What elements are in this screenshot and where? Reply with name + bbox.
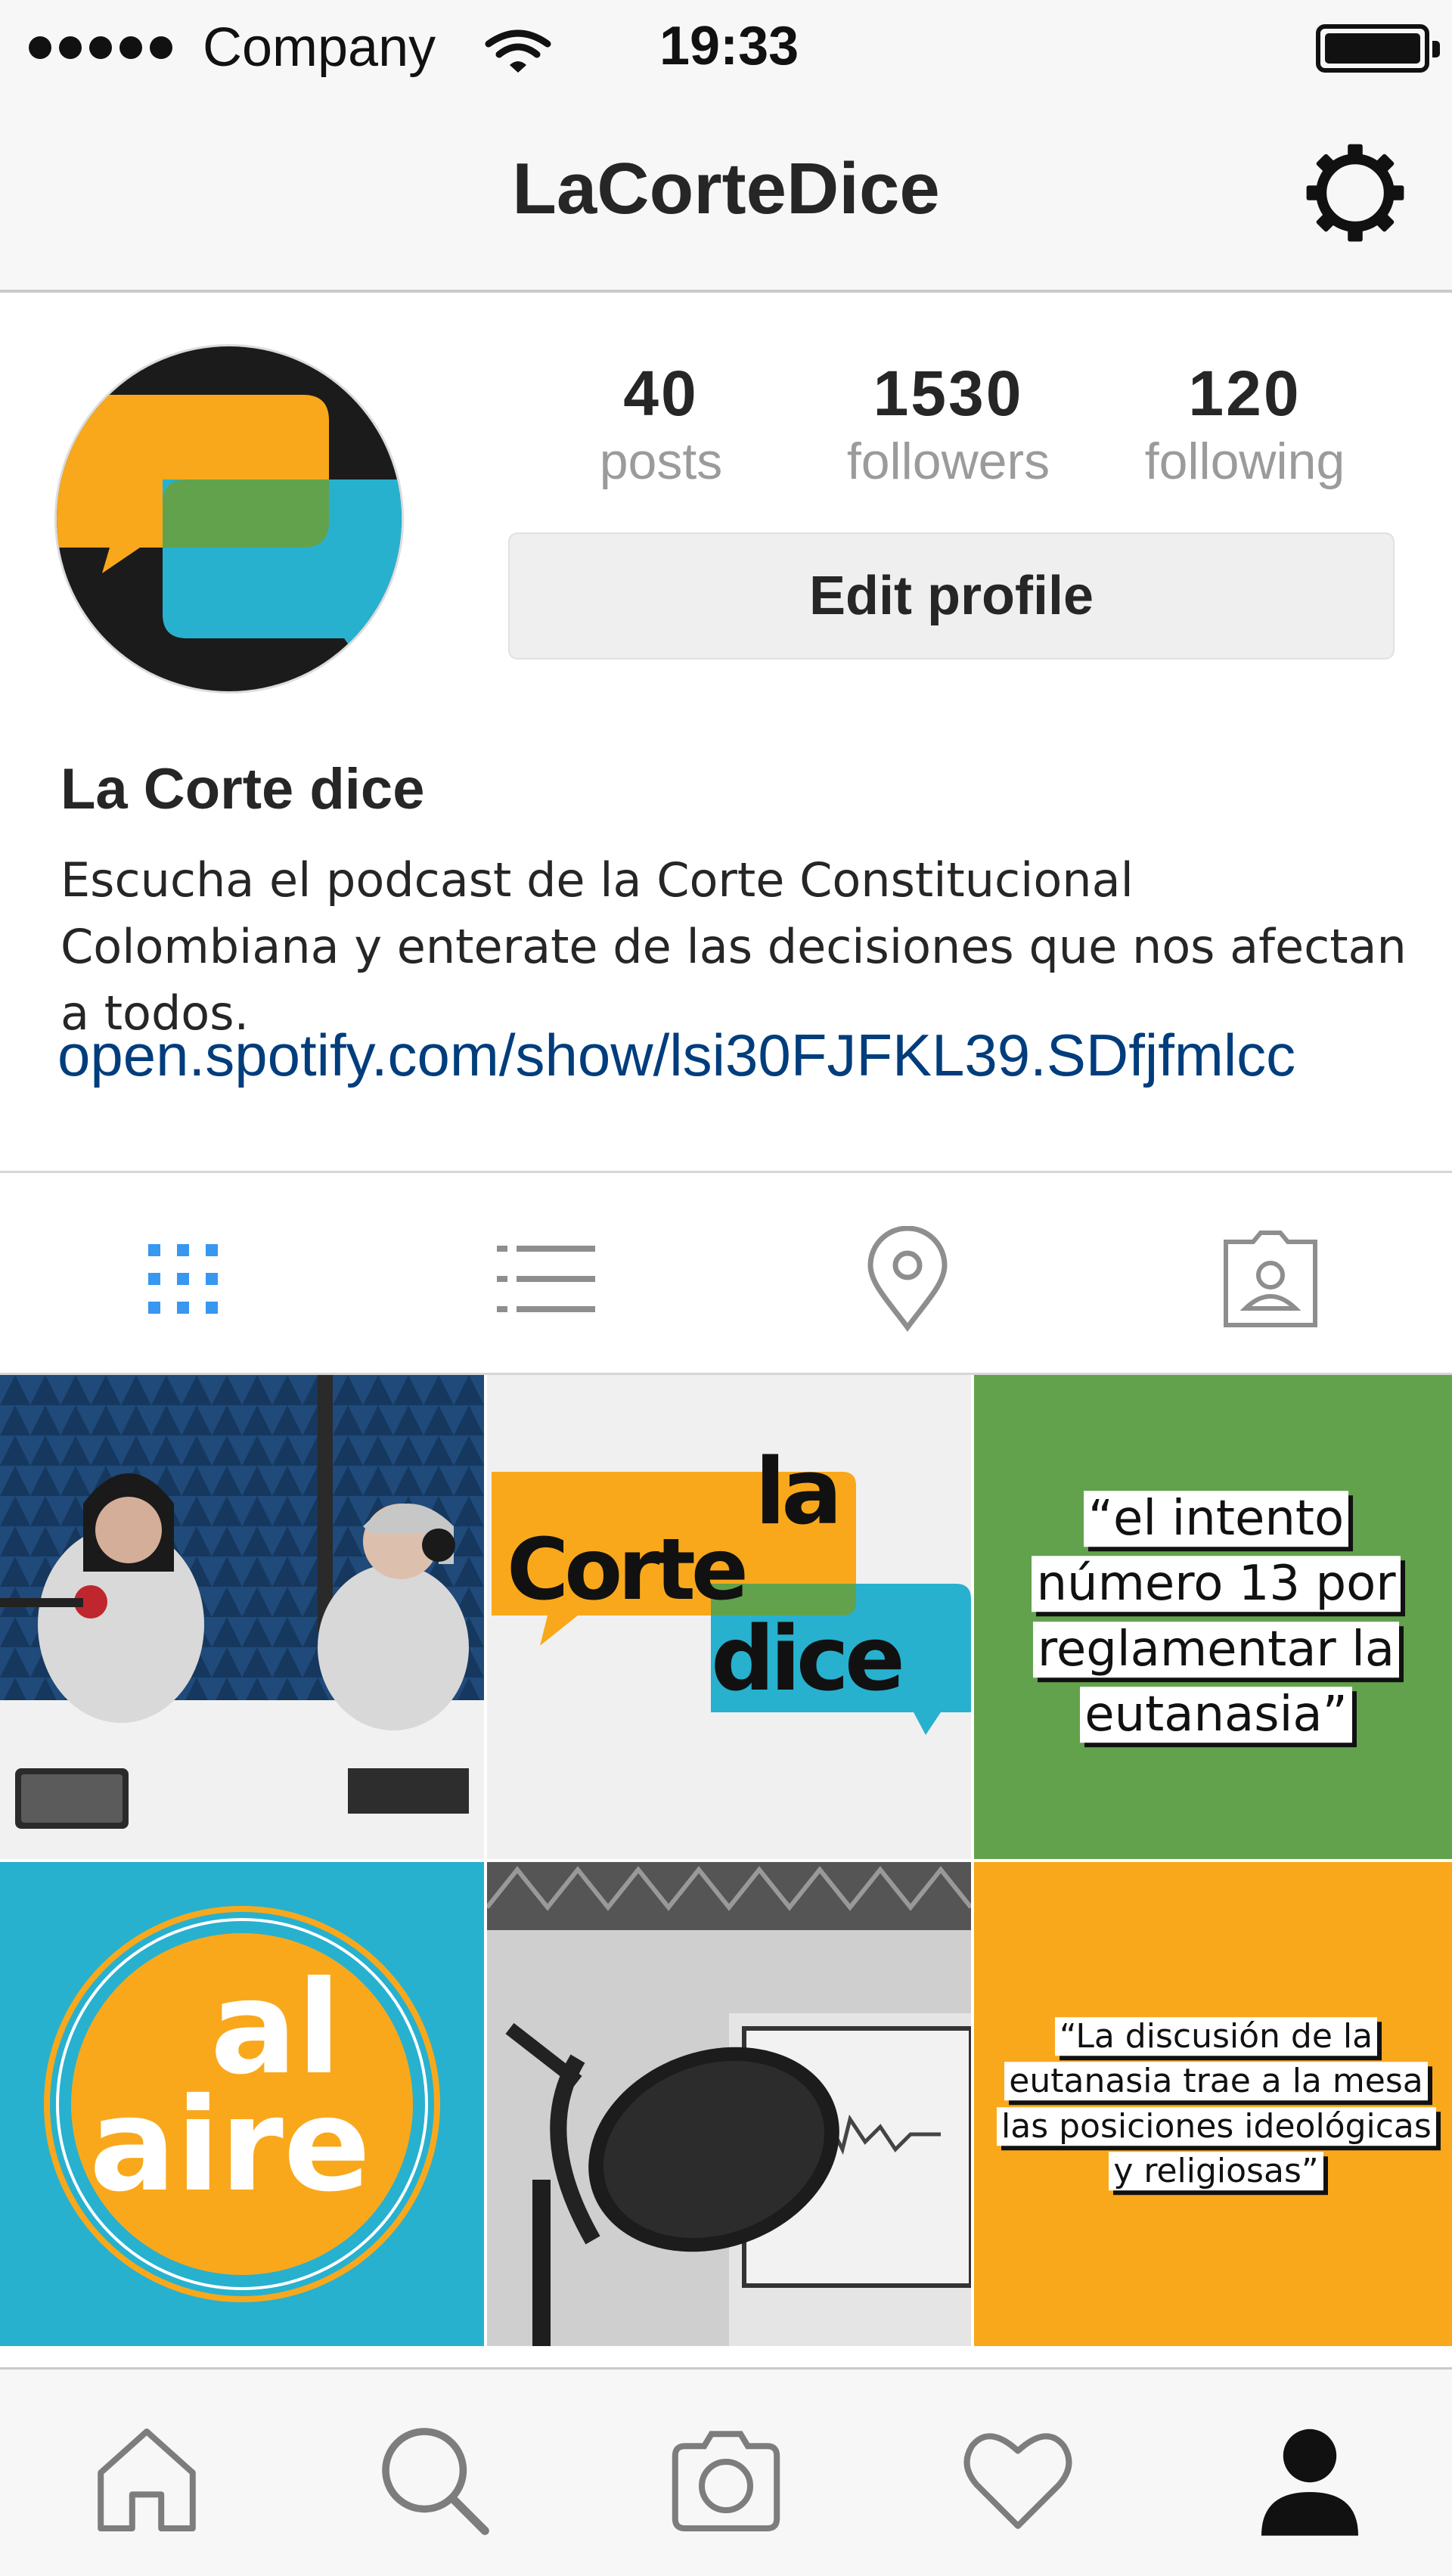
logo-word-dice: dice [711,1606,905,1711]
wifi-icon [485,29,551,73]
profile-username-title: LaCorteDice [512,148,940,229]
profile-display-name: La Corte dice [60,757,425,821]
logo-word-corte: Corte [507,1521,749,1619]
heart-icon[interactable] [957,2419,1078,2540]
logo-word-la: la [755,1440,842,1545]
status-bar: Company 19:33 [0,0,1452,95]
bottom-tab-bar [0,2367,1452,2576]
stat-followers[interactable]: 1530 followers [797,355,1100,492]
camera-icon[interactable] [666,2419,786,2540]
post-thumbnail-microphone[interactable] [487,1862,971,2346]
top-nav-bar: LaCorteDice [0,95,1452,293]
followers-label: followers [846,433,1050,490]
posts-label: posts [599,433,723,490]
following-label: following [1144,433,1345,490]
tab-list[interactable] [493,1226,599,1332]
status-time: 19:33 [659,16,799,76]
carrier-name: Company [203,17,436,78]
profile-view-tabs [0,1171,1452,1375]
post-thumbnail-quote-discusion[interactable]: “La discusión de la eutanasia trae a la … [974,1862,1452,2346]
al-aire-word-aire: aire [89,2071,371,2221]
grid-icon [148,1244,218,1314]
tagged-user-icon [1224,1231,1317,1327]
home-icon[interactable] [86,2419,207,2540]
post-thumbnail-quote-eutanasia[interactable]: “el intento número 13 por reglamentar la… [974,1375,1452,1859]
battery-icon [1316,24,1440,73]
search-icon[interactable] [374,2419,495,2540]
quote-text: “el intento número 13 por reglamentar la… [974,1486,1452,1748]
profile-icon[interactable] [1249,2419,1370,2540]
microphone-photo [487,1862,971,2346]
edit-profile-button[interactable]: Edit profile [508,532,1395,660]
list-icon [497,1246,595,1312]
stat-following[interactable]: 120 following [1094,355,1396,492]
tab-grid[interactable] [130,1226,236,1332]
stat-posts[interactable]: 40 posts [510,355,812,492]
following-count: 120 [1188,358,1302,429]
posts-count: 40 [623,358,699,429]
tab-tagged[interactable] [1218,1226,1323,1332]
brand-logo-avatar [57,346,402,691]
profile-bio: Escucha el podcast de la Corte Constituc… [60,852,1407,1041]
post-thumbnail-podcast-studio[interactable] [0,1375,484,1859]
location-pin-icon [867,1226,948,1332]
tab-location[interactable] [855,1226,960,1332]
quote-text: “La discusión de la eutanasia trae a la … [974,2014,1452,2194]
profile-website-link[interactable]: open.spotify.com/show/lsi30FJFKL39.SDfjf… [57,1021,1295,1090]
followers-count: 1530 [873,358,1024,429]
post-thumbnail-logo[interactable]: la Corte dice [487,1375,971,1859]
profile-avatar[interactable] [54,344,404,694]
gear-icon[interactable] [1302,140,1408,246]
signal-strength-icon [29,36,172,59]
posts-grid: la Corte dice “el intento número 13 por … [0,1375,1452,2346]
podcast-studio-photo [0,1375,484,1859]
post-thumbnail-al-aire[interactable]: al aire [0,1862,484,2346]
